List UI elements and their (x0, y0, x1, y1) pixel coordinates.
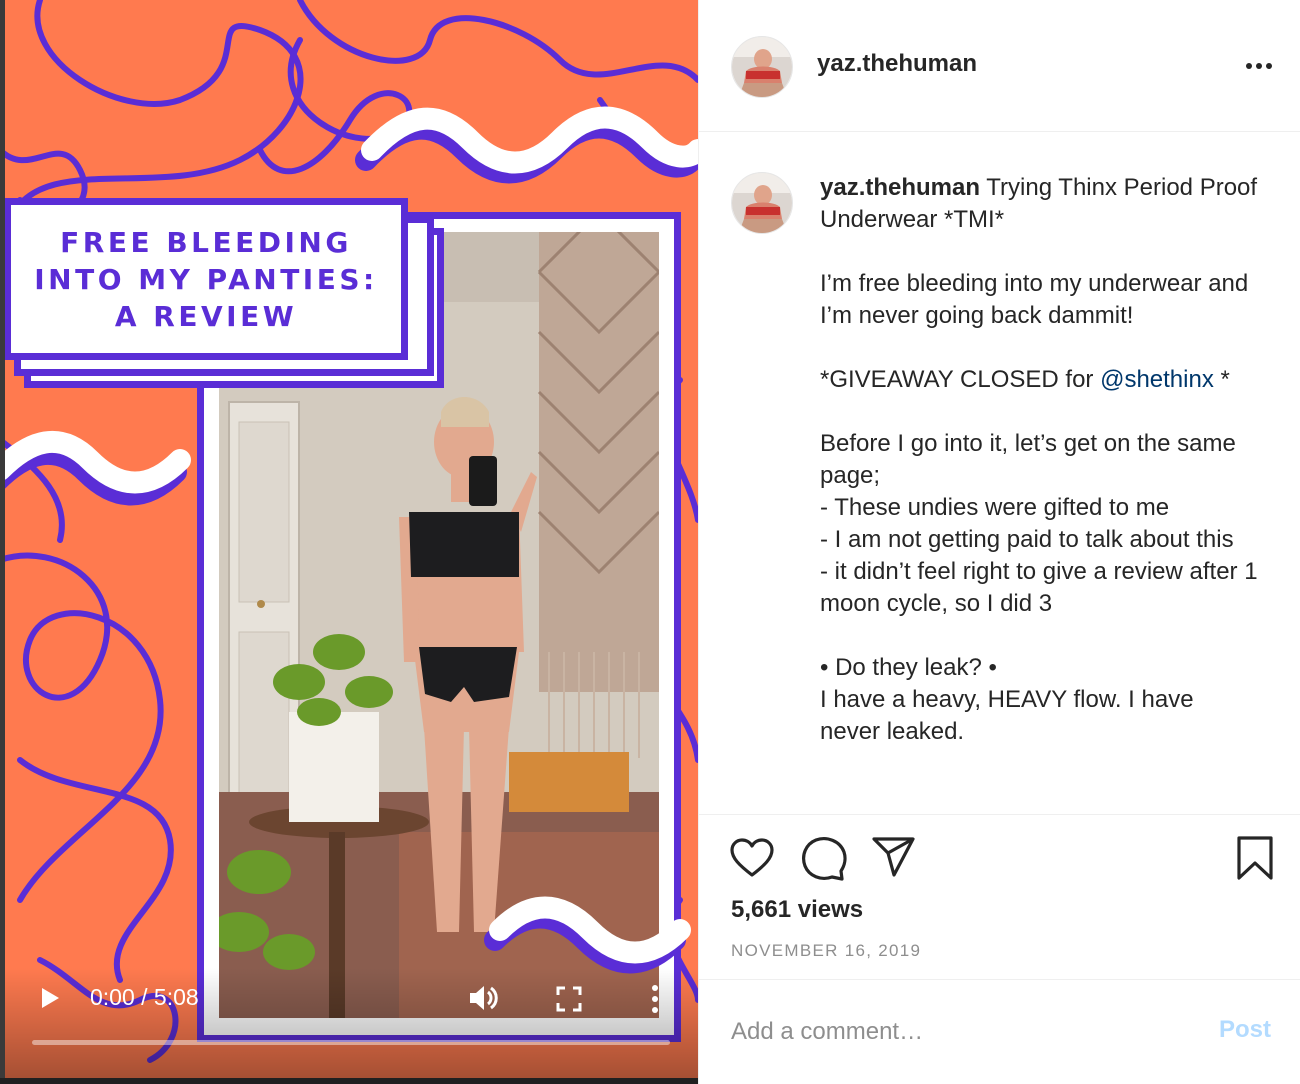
caption-section-heading: • Do they leak? • (820, 654, 997, 681)
comment-bubble-icon[interactable] (801, 835, 847, 881)
ellipsis-icon[interactable] (1243, 56, 1275, 76)
paper-plane-icon[interactable] (871, 835, 917, 879)
media-left-edge (0, 0, 5, 1084)
video-time: 0:00 / 5:08 (90, 984, 199, 1010)
avatar[interactable] (731, 172, 793, 234)
caption-area: yaz.thehuman Trying Thinx Period Proof U… (699, 132, 1300, 814)
post-panel: yaz.thehuman yaz.thehuman Trying Thinx P… (698, 0, 1300, 1084)
comment-input[interactable] (731, 1012, 1201, 1052)
post-caption: yaz.thehuman Trying Thinx Period Proof U… (820, 172, 1260, 748)
play-icon[interactable] (38, 986, 62, 1010)
comment-box: Post (699, 980, 1300, 1084)
mention-link[interactable]: @shethinx (1100, 366, 1214, 393)
post-comment-button[interactable]: Post (1219, 1016, 1271, 1044)
post-date: NOVEMBER 16, 2019 (731, 941, 922, 960)
video-progress-bar[interactable] (32, 1040, 670, 1045)
caption-bullet: - I am not getting paid to talk about th… (820, 526, 1234, 553)
caption-intro: Before I go into it, let’s get on the sa… (820, 430, 1236, 489)
media-bottom-edge (0, 1078, 698, 1084)
caption-bullet: - These undies were gifted to me (820, 494, 1170, 521)
bookmark-icon[interactable] (1235, 835, 1275, 881)
giveaway-text: *GIVEAWAY CLOSED for (820, 366, 1101, 393)
caption-section-text: I have a heavy, HEAVY flow. I have never… (820, 686, 1194, 745)
volume-icon[interactable] (468, 984, 500, 1012)
post-author-username[interactable]: yaz.thehuman (817, 50, 977, 78)
post-video[interactable]: FREE BLEEDING INTO MY PANTIES: A REVIEW … (0, 0, 698, 1084)
video-title-card: FREE BLEEDING INTO MY PANTIES: A REVIEW (4, 198, 408, 360)
vertical-dots-icon[interactable] (648, 984, 662, 1014)
caption-username[interactable]: yaz.thehuman (820, 174, 980, 201)
caption-bullet: - it didn’t feel right to give a review … (820, 558, 1258, 617)
video-controls: 0:00 / 5:08 (0, 968, 698, 1078)
caption-paragraph: I’m free bleeding into my underwear and … (820, 270, 1249, 329)
avatar[interactable] (731, 36, 793, 98)
video-title-text: FREE BLEEDING INTO MY PANTIES: A REVIEW (34, 225, 378, 333)
post-actions: 5,661 views NOVEMBER 16, 2019 (699, 814, 1300, 980)
heart-icon[interactable] (729, 837, 775, 879)
view-count[interactable]: 5,661 views (731, 896, 863, 924)
fullscreen-icon[interactable] (556, 986, 582, 1012)
giveaway-suffix: * (1213, 366, 1230, 393)
post-header: yaz.thehuman (699, 0, 1300, 132)
